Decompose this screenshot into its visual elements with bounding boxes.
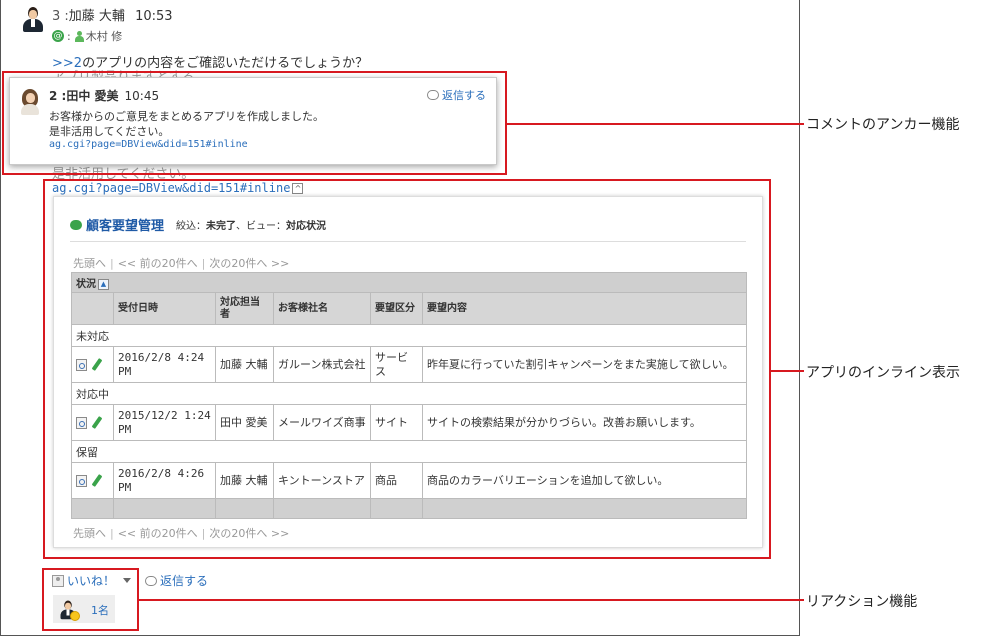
- mention-separator: :: [67, 29, 71, 43]
- annotation-line-inline: [771, 370, 804, 372]
- reply-button[interactable]: 返信する: [145, 572, 208, 589]
- mention-user[interactable]: 木村 修: [86, 28, 123, 44]
- user-icon: [74, 30, 84, 42]
- comment-time: 10:53: [135, 9, 173, 24]
- reply-label: 返信する: [160, 574, 209, 588]
- annotation-line-reaction: [139, 599, 804, 601]
- reply-icon: [145, 575, 158, 586]
- annotation-box-reaction: [42, 568, 139, 631]
- annotation-label-inline: アプリのインライン表示: [806, 365, 960, 381]
- annotation-box-anchor: [2, 71, 507, 175]
- mention-line: @ : 木村 修: [52, 28, 122, 44]
- annotation-label-anchor: コメントのアンカー機能: [806, 117, 960, 133]
- comment-number: 3 :: [52, 9, 69, 24]
- author-avatar[interactable]: [21, 5, 45, 33]
- annotation-line-anchor: [507, 123, 804, 125]
- comment-author[interactable]: 加藤 大輔: [69, 9, 125, 24]
- annotation-box-inline: [43, 179, 771, 559]
- annotation-label-reaction: リアクション機能: [806, 594, 918, 610]
- comment-header: 3 :加藤 大輔 10:53: [52, 5, 173, 24]
- mention-icon: @: [52, 30, 64, 42]
